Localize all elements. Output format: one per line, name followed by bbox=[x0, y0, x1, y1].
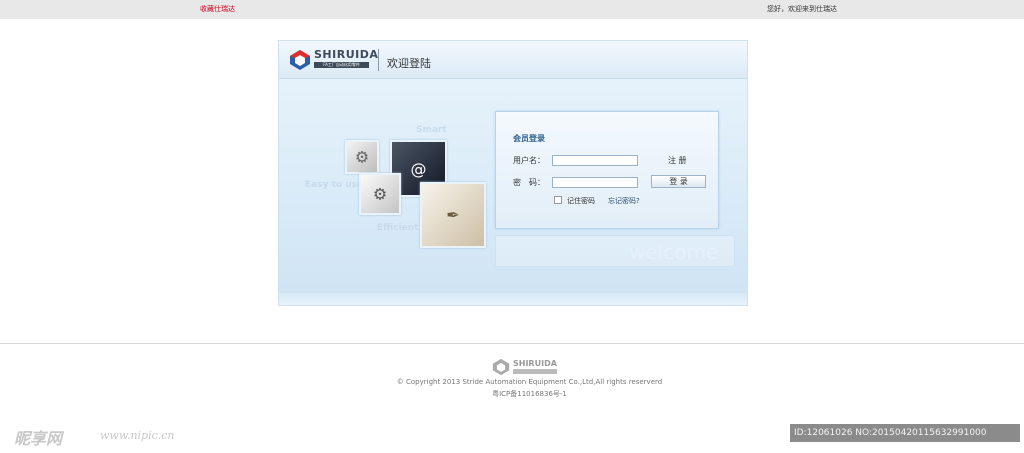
panel-footer-band bbox=[279, 293, 747, 305]
top-bar: 收藏仕瑞达 您好，欢迎来到仕瑞达 bbox=[0, 0, 1024, 19]
welcome-decor-text: welcome bbox=[629, 240, 719, 264]
login-button[interactable]: 登 录 bbox=[651, 175, 706, 188]
footer-brand: SHIRUIDA bbox=[513, 359, 557, 368]
page-title: 欢迎登陆 bbox=[387, 57, 431, 70]
favorite-link[interactable]: 收藏仕瑞达 bbox=[200, 0, 235, 19]
footer-tagline-bar bbox=[513, 369, 557, 374]
ghost-word-efficient: Efficient bbox=[377, 223, 419, 233]
username-label: 用户名： bbox=[513, 156, 545, 165]
product-photo-pen: ✒ bbox=[420, 182, 486, 248]
footer-logo-icon bbox=[492, 358, 510, 376]
forgot-password-link[interactable]: 忘记密码? bbox=[608, 196, 640, 206]
password-label: 密 码： bbox=[513, 178, 545, 187]
image-id-badge: ID:12061026 NO:20150420115632991000 bbox=[790, 424, 1020, 442]
ghost-word-smart: Smart bbox=[416, 125, 447, 135]
login-panel: SHIRUIDA FA工厂自动化用零件 欢迎登陆 Smart Easy to u… bbox=[278, 40, 748, 306]
remember-label: 记住密码 bbox=[567, 197, 595, 205]
login-title: 会员登录 bbox=[513, 134, 545, 143]
ghost-word-easy: Easy to use bbox=[305, 180, 364, 190]
register-link[interactable]: 注 册 bbox=[668, 155, 687, 166]
watermark-url: www.nipic.cn bbox=[100, 429, 175, 442]
brand-name: SHIRUIDA bbox=[314, 48, 379, 61]
icp-text: 粤ICP备11016836号-1 bbox=[492, 390, 567, 398]
product-photo-parts: ⚙ bbox=[359, 173, 401, 215]
footer-divider bbox=[0, 343, 1024, 344]
copyright-text: © Copyright 2013 Stride Automation Equip… bbox=[396, 378, 663, 386]
product-photo-fitting: ⚙ bbox=[345, 140, 379, 174]
watermark-site: 昵享网 bbox=[14, 429, 63, 448]
brand-tagline: FA工厂自动化用零件 bbox=[314, 62, 369, 68]
username-input[interactable] bbox=[552, 155, 638, 166]
password-input[interactable] bbox=[552, 177, 638, 188]
greeting-text: 您好，欢迎来到仕瑞达 bbox=[767, 5, 837, 13]
remember-checkbox[interactable] bbox=[554, 196, 562, 204]
member-login-box: 会员登录 用户名： 注 册 密 码： 登 录 记住密码 忘记密码? bbox=[495, 111, 719, 229]
remember-password[interactable]: 记住密码 bbox=[554, 196, 595, 206]
panel-header: SHIRUIDA FA工厂自动化用零件 欢迎登陆 bbox=[279, 41, 747, 79]
brand-logo-icon bbox=[290, 50, 310, 70]
header-divider bbox=[378, 49, 379, 71]
